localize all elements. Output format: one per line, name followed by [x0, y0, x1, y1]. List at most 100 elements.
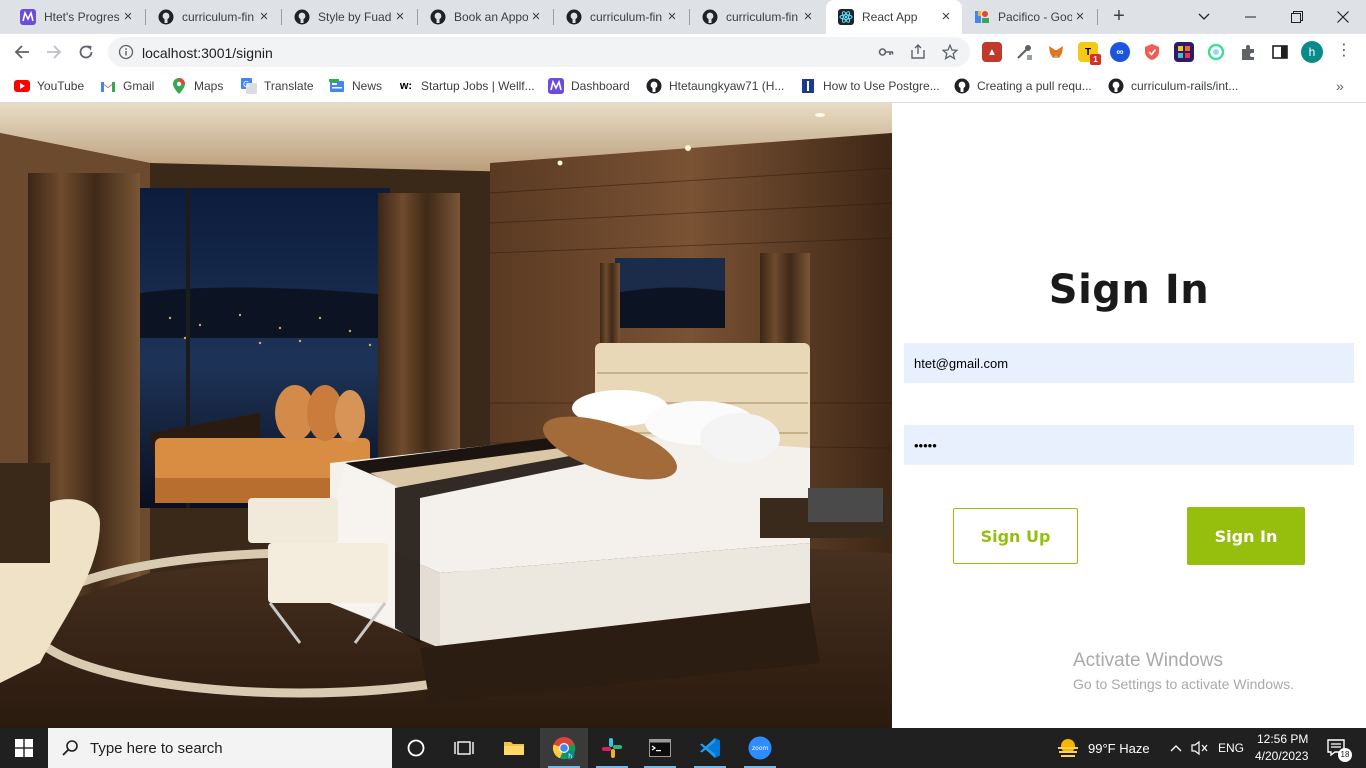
weather-haze-icon	[1058, 739, 1078, 757]
side-panel-icon[interactable]	[1270, 42, 1290, 62]
bookmark-dashboard[interactable]: Dashboard	[548, 76, 630, 96]
windows-logo-icon	[15, 739, 33, 757]
star-icon[interactable]	[942, 44, 958, 60]
close-icon[interactable]: ×	[800, 9, 816, 25]
shield-icon[interactable]	[1142, 42, 1162, 62]
reload-icon	[79, 45, 93, 59]
menu-icon[interactable]: ⋮	[1336, 42, 1352, 62]
address-bar[interactable]: localhost:3001/signin	[108, 37, 970, 67]
bookmark-news[interactable]: News	[329, 76, 382, 96]
bookmark-translate[interactable]: G Translate	[241, 76, 314, 96]
notifications-button[interactable]: 18	[1318, 728, 1358, 768]
bookmark-startup-jobs[interactable]: w: Startup Jobs | Wellf...	[398, 76, 535, 96]
restore-button[interactable]	[1274, 0, 1320, 34]
bookmark-youtube[interactable]: YouTube	[14, 76, 84, 96]
extension-grid-icon[interactable]	[1174, 42, 1194, 62]
puzzle-icon[interactable]	[1238, 42, 1258, 62]
taskbar-search[interactable]: Type here to search	[48, 728, 392, 768]
tab-curriculum-2[interactable]: curriculum-fin ×	[554, 0, 688, 34]
tab-react-app[interactable]: React App ×	[826, 0, 962, 34]
tab-strip: Htet's Progres × curriculum-fin × Style …	[0, 0, 1366, 34]
close-icon[interactable]: ×	[664, 9, 680, 25]
github-icon	[702, 9, 718, 25]
profile-avatar[interactable]: h	[1301, 41, 1323, 63]
language-indicator[interactable]: ENG	[1218, 741, 1244, 755]
bookmarks-overflow-button[interactable]: »	[1336, 78, 1344, 94]
email-field[interactable]	[904, 343, 1354, 383]
password-field[interactable]	[904, 425, 1354, 465]
tab-search-button[interactable]	[1181, 0, 1227, 34]
signup-button[interactable]: Sign Up	[953, 508, 1078, 564]
cortana-button[interactable]	[392, 728, 440, 768]
close-icon[interactable]: ×	[256, 9, 272, 25]
extension-circle-icon[interactable]	[1206, 42, 1226, 62]
weather-widget[interactable]	[1044, 728, 1092, 768]
tab-book-an-appointment[interactable]: Book an Appo ×	[418, 0, 552, 34]
reload-button[interactable]	[74, 40, 98, 64]
chrome-taskbar-button[interactable]: h	[540, 728, 588, 768]
minimize-button[interactable]	[1228, 0, 1274, 34]
chevron-down-icon	[1198, 13, 1210, 20]
forward-button[interactable]	[42, 40, 66, 64]
task-view-button[interactable]	[440, 728, 488, 768]
tab-pacifico-google-fonts[interactable]: Pacifico - Goo ×	[962, 0, 1096, 34]
bookmark-htetaungkyaw71[interactable]: Htetaungkyaw71 (H...	[646, 76, 784, 96]
extension-infinity-icon[interactable]: ∞	[1110, 42, 1130, 62]
bookmark-label: News	[352, 79, 383, 93]
window-close-button[interactable]	[1320, 0, 1366, 34]
url-text[interactable]: localhost:3001/signin	[142, 45, 273, 61]
minimize-icon	[1245, 16, 1256, 18]
bookmark-postgres[interactable]: How to Use Postgre...	[800, 76, 940, 96]
restore-icon	[1291, 11, 1303, 23]
tab-style-by-fuad[interactable]: Style by Fuad ×	[282, 0, 416, 34]
tab-title: Style by Fuad	[318, 10, 392, 24]
terminal-taskbar-button[interactable]	[636, 728, 684, 768]
close-icon[interactable]: ×	[938, 9, 954, 25]
eyedropper-extension-icon[interactable]	[1014, 42, 1034, 62]
bookmark-label: Dashboard	[571, 79, 630, 93]
extension-red-icon[interactable]: ▲	[982, 42, 1002, 62]
clock-date[interactable]: 4/20/2023	[1255, 749, 1308, 763]
new-tab-button[interactable]: +	[1108, 6, 1130, 28]
key-icon[interactable]	[878, 44, 894, 60]
wellfound-icon: w:	[399, 80, 413, 92]
metamask-icon[interactable]	[1046, 42, 1066, 62]
share-icon[interactable]	[910, 44, 926, 60]
vscode-taskbar-button[interactable]	[686, 728, 734, 768]
maps-icon	[171, 78, 187, 94]
chevron-up-icon	[1170, 745, 1182, 752]
arrow-left-icon	[14, 45, 29, 59]
close-icon[interactable]: ×	[392, 9, 408, 25]
close-icon[interactable]: ×	[120, 9, 136, 25]
close-icon[interactable]: ×	[528, 9, 544, 25]
tab-curriculum-3[interactable]: curriculum-fin ×	[690, 0, 824, 34]
news-icon	[329, 78, 345, 94]
signin-button[interactable]: Sign In	[1187, 507, 1305, 565]
volume-button[interactable]	[1188, 728, 1212, 768]
bookmark-creating-pull-request[interactable]: Creating a pull requ...	[954, 76, 1092, 96]
weather-text[interactable]: 99°F Haze	[1088, 741, 1150, 756]
tray-overflow-button[interactable]	[1166, 728, 1186, 768]
file-explorer-button[interactable]	[490, 728, 538, 768]
bookmark-curriculum-rails[interactable]: curriculum-rails/int...	[1108, 76, 1238, 96]
site-info-icon[interactable]	[118, 44, 134, 63]
chrome-icon: h	[552, 737, 576, 760]
cortana-icon	[407, 739, 425, 757]
bookmark-label: Startup Jobs | Wellf...	[421, 79, 535, 93]
taskbar-search-placeholder: Type here to search	[90, 739, 223, 757]
bookmark-maps[interactable]: Maps	[171, 76, 223, 96]
bookmark-label: curriculum-rails/int...	[1131, 79, 1239, 93]
page-content: Sign In Sign Up Sign In Activate Windows…	[0, 103, 1366, 728]
github-icon	[1108, 78, 1124, 94]
close-icon[interactable]: ×	[1072, 9, 1088, 25]
svg-text:G: G	[243, 80, 249, 89]
tab-title: curriculum-fin	[182, 10, 255, 24]
back-button[interactable]	[10, 40, 34, 64]
slack-taskbar-button[interactable]	[588, 728, 636, 768]
tab-htets-progress[interactable]: Htet's Progres ×	[8, 0, 144, 34]
bookmark-gmail[interactable]: Gmail	[100, 76, 154, 96]
tab-curriculum-1[interactable]: curriculum-fin ×	[146, 0, 280, 34]
clock-time[interactable]: 12:56 PM	[1257, 732, 1308, 746]
start-button[interactable]	[0, 728, 48, 768]
zoom-taskbar-button[interactable]: zoom	[736, 728, 784, 768]
